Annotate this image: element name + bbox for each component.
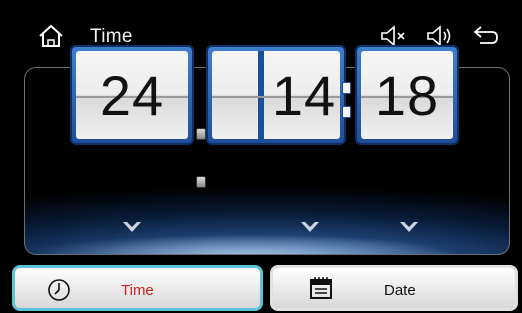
- calendar-icon: [310, 277, 332, 299]
- tab-time-label: Time: [121, 282, 154, 299]
- hours-down-arrow-icon[interactable]: [299, 220, 321, 236]
- hours-value: 14: [271, 64, 337, 127]
- back-icon[interactable]: [472, 24, 500, 48]
- card-hinge: [196, 128, 206, 140]
- time-separator: [341, 76, 351, 126]
- home-icon[interactable]: [38, 24, 64, 48]
- format-card[interactable]: 24: [70, 45, 194, 145]
- earth-horizon-background: [25, 184, 509, 254]
- hours-card[interactable]: 14: [206, 45, 346, 145]
- time-format-value: 24: [99, 64, 165, 127]
- minutes-card[interactable]: 18: [355, 45, 459, 145]
- clock-icon: [48, 279, 70, 301]
- minutes-value: 18: [374, 64, 440, 127]
- minutes-down-arrow-icon[interactable]: [398, 220, 420, 236]
- tab-date-label: Date: [384, 282, 416, 299]
- format-down-arrow-icon[interactable]: [121, 220, 143, 236]
- tab-date[interactable]: Date: [270, 265, 518, 311]
- tab-time[interactable]: Time: [12, 265, 263, 311]
- card-hinge: [196, 176, 206, 188]
